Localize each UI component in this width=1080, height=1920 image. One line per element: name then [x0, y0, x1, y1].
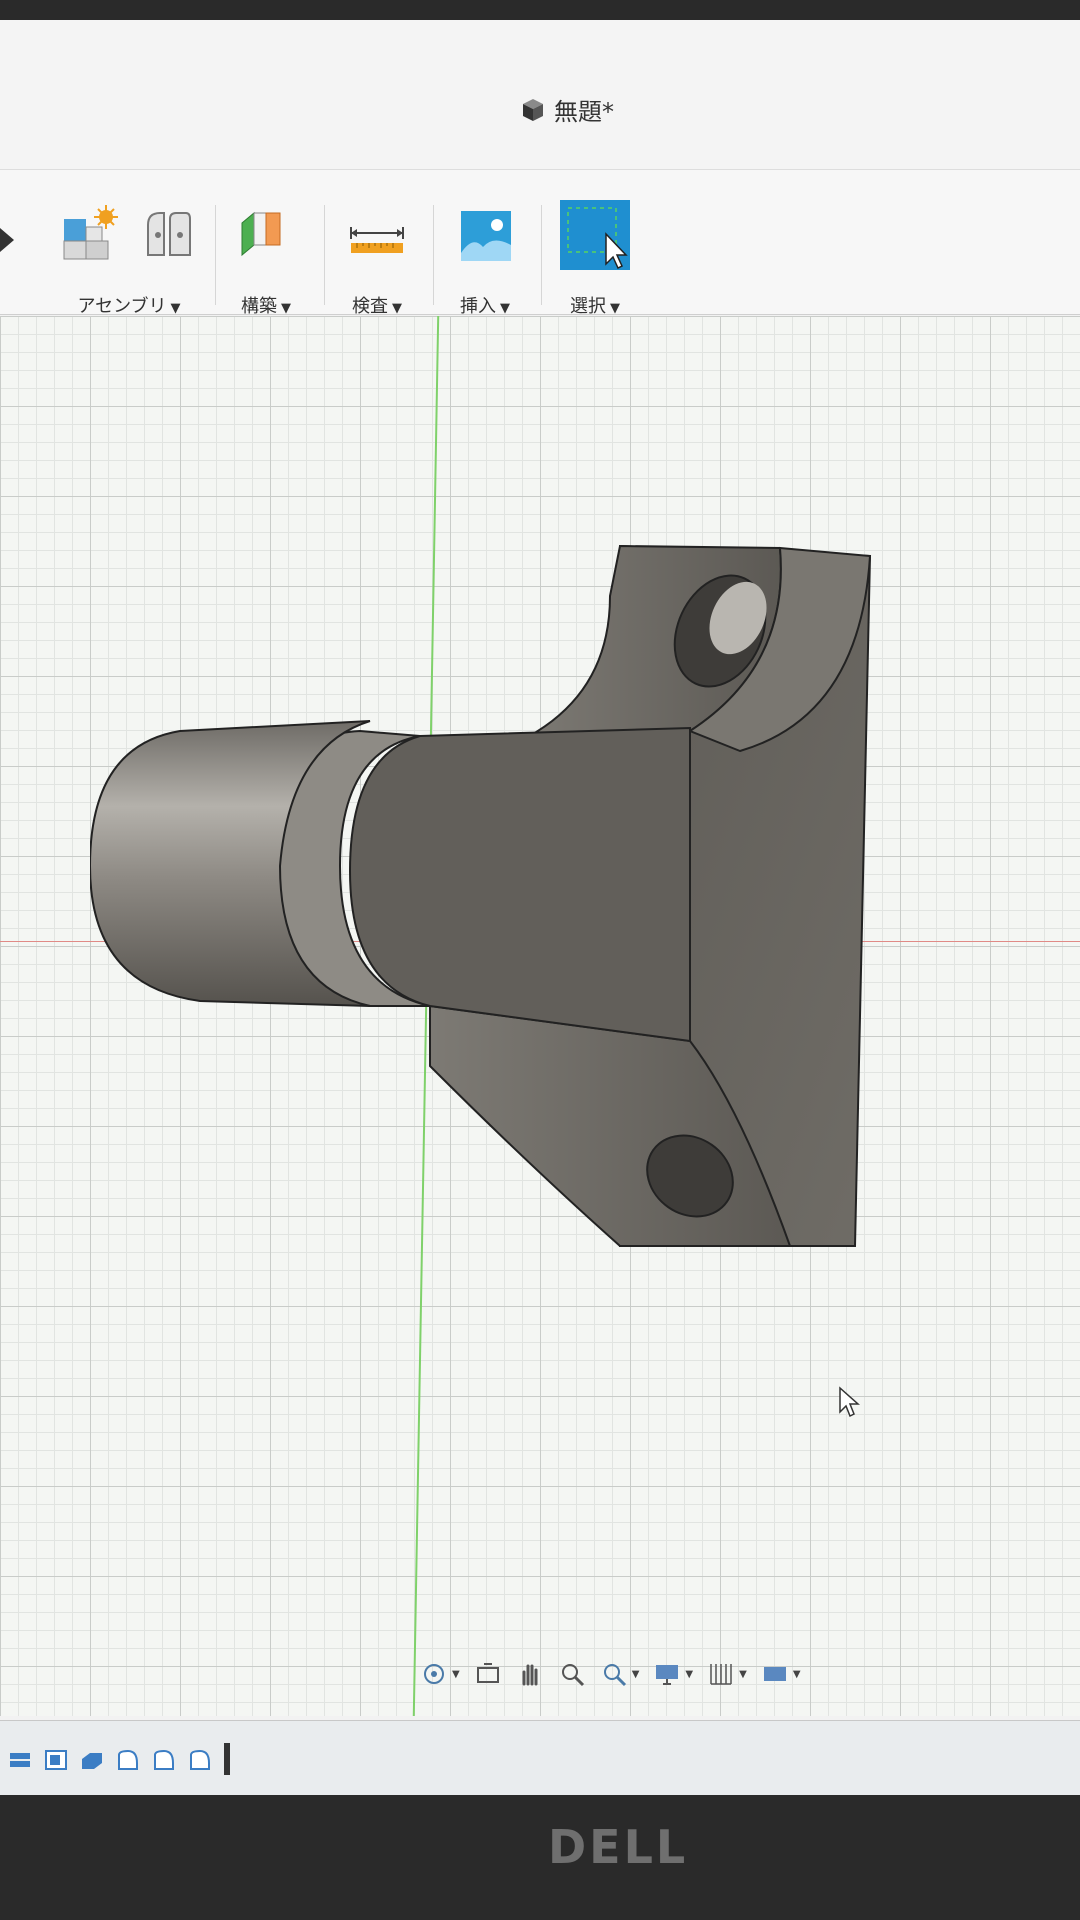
- grid-snap-icon[interactable]: [707, 1660, 735, 1688]
- ribbon-group-insert[interactable]: 挿入 ▼: [455, 200, 515, 318]
- timeline-component-icon[interactable]: [8, 1749, 32, 1771]
- ribbon-label-insert: 挿入 ▼: [460, 296, 510, 317]
- timeline-bar: [0, 1720, 1080, 1795]
- ribbon-divider: [541, 205, 542, 305]
- navigation-bar: ▼ ▼ ▼ ▼ ▼: [420, 1660, 801, 1688]
- ribbon-toolbar: アセンブリ ▼ 構築 ▼ 検査 ▼ 挿入 ▼ 選択 ▼: [0, 170, 1080, 318]
- zoom-icon[interactable]: [558, 1660, 586, 1688]
- look-at-icon[interactable]: [474, 1660, 502, 1688]
- monitor-bezel: 無題* アセンブリ ▼ 構築 ▼ 検査 ▼ 挿入 ▼ 選択 ▼ ▼ ▼ ▼ ▼ …: [0, 0, 1080, 1920]
- bracket-model[interactable]: [90, 466, 890, 1366]
- document-title[interactable]: 無題*: [520, 92, 614, 127]
- ribbon-group-inspect[interactable]: 検査 ▼: [347, 200, 407, 318]
- ribbon-label-construct: 構築 ▼: [241, 296, 291, 317]
- monitor-brand-logo: DELL: [548, 1820, 689, 1874]
- orbit-icon[interactable]: [420, 1660, 448, 1688]
- document-cube-icon: [523, 98, 543, 121]
- display-caret-icon[interactable]: ▼: [685, 1669, 693, 1680]
- screen: 無題* アセンブリ ▼ 構築 ▼ 検査 ▼ 挿入 ▼ 選択 ▼ ▼ ▼ ▼ ▼ …: [0, 20, 1080, 1795]
- document-title-text: 無題*: [554, 98, 614, 126]
- viewports-caret-icon[interactable]: ▼: [793, 1669, 801, 1680]
- timeline-fillet-icon[interactable]: [152, 1749, 176, 1771]
- ribbon-group-select[interactable]: 選択 ▼: [560, 200, 630, 318]
- ribbon-label-inspect: 検査 ▼: [352, 296, 402, 317]
- timeline-fillet-icon[interactable]: [116, 1749, 140, 1771]
- viewports-icon[interactable]: [761, 1660, 789, 1688]
- orbit-caret-icon[interactable]: ▼: [452, 1669, 460, 1680]
- construct-plane-icon[interactable]: [236, 205, 296, 265]
- joint-icon[interactable]: [138, 205, 198, 265]
- grid-caret-icon[interactable]: ▼: [739, 1669, 747, 1680]
- timeline-marker[interactable]: [224, 1743, 230, 1775]
- ribbon-group-construct[interactable]: 構築 ▼: [236, 200, 296, 318]
- ribbon-label-assemble: アセンブリ ▼: [77, 296, 181, 317]
- ribbon-divider: [324, 205, 325, 305]
- ribbon-group-assemble[interactable]: アセンブリ ▼: [60, 200, 198, 318]
- title-bar: 無題*: [0, 20, 1080, 170]
- display-settings-icon[interactable]: [653, 1660, 681, 1688]
- measure-icon[interactable]: [347, 205, 407, 265]
- timeline-extrude-icon[interactable]: [80, 1749, 104, 1771]
- ribbon-divider: [433, 205, 434, 305]
- ribbon-label-select: 選択 ▼: [570, 296, 620, 317]
- monitor-bottom-bezel: [0, 1795, 1080, 1920]
- zoom-caret-icon[interactable]: ▼: [632, 1669, 640, 1680]
- mouse-cursor-icon: [839, 1386, 860, 1418]
- ribbon-divider: [215, 205, 216, 305]
- zoom-window-icon[interactable]: [600, 1660, 628, 1688]
- timeline-fillet-icon[interactable]: [188, 1749, 212, 1771]
- pan-icon[interactable]: [516, 1660, 544, 1688]
- select-icon[interactable]: [560, 200, 630, 270]
- timeline-sketch-icon[interactable]: [44, 1749, 68, 1771]
- new-component-icon[interactable]: [60, 205, 120, 265]
- insert-image-icon[interactable]: [455, 205, 515, 265]
- 3d-viewport[interactable]: [0, 316, 1080, 1716]
- ribbon-scroll-left-icon[interactable]: [0, 228, 14, 252]
